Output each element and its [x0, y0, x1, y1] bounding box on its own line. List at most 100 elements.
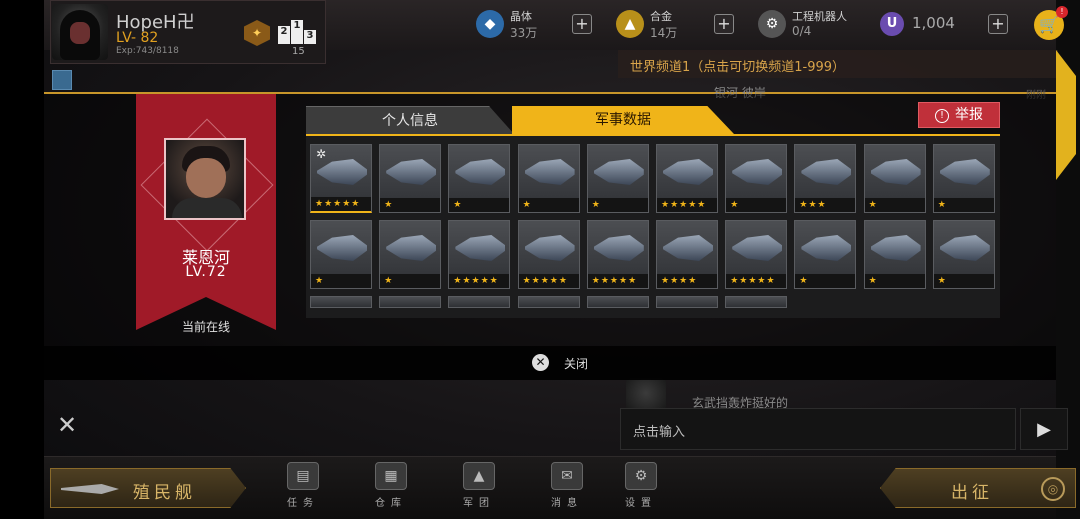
u-currency-value: 1,004 [912, 14, 955, 32]
star-rating: ★★★★★ [587, 274, 648, 288]
ship-card[interactable]: ★★★ [794, 144, 857, 213]
star-rating: ★★★★★ [657, 198, 717, 212]
ranking-podium-icon[interactable]: 2 1 3 [278, 18, 318, 44]
nav-legion[interactable]: ▲ 军团 [452, 462, 506, 512]
ship-card[interactable]: ★ [794, 220, 857, 289]
nav-warehouse[interactable]: ▦ 仓库 [364, 462, 418, 512]
star-rating: ★★★★★ [311, 197, 371, 211]
ship-card[interactable]: ★ [517, 144, 580, 213]
rank-number: 15 [292, 46, 305, 57]
star-rating: ★★★★★ [518, 274, 579, 288]
shop-cart-icon[interactable]: 🛒! [1034, 6, 1068, 40]
ship-icon [801, 159, 852, 185]
nav-settings[interactable]: ⚙ 设置 [614, 462, 668, 512]
star-rating: ★ [518, 198, 579, 212]
online-status: 当前在线 [181, 320, 230, 334]
ship-card[interactable]: ★ [379, 220, 442, 289]
ship-card[interactable] [656, 296, 718, 308]
close-button[interactable]: ✕ 关闭 [532, 354, 612, 372]
tools-icon[interactable]: ✕ [52, 410, 82, 440]
star-rating: ★ [864, 198, 925, 212]
ship-icon [386, 235, 437, 261]
ship-card[interactable]: ★ [932, 144, 995, 213]
ship-card[interactable]: ★ [310, 220, 372, 289]
star-rating: ★ [311, 274, 371, 288]
star-rating: ★ [587, 198, 648, 212]
ship-card[interactable]: ★ [863, 144, 926, 213]
colony-ship-button[interactable]: 殖民舰 [50, 468, 246, 508]
alloy-icon: ▲ [616, 10, 644, 38]
ship-icon [663, 159, 713, 185]
ship-card[interactable]: ★★★★★ [725, 220, 788, 289]
ship-card[interactable] [586, 296, 649, 308]
ship-card[interactable]: ★ [725, 144, 788, 213]
star-rating: ★ [380, 274, 441, 288]
character-portrait [164, 138, 246, 220]
ship-card[interactable]: ★ [379, 144, 442, 213]
ship-icon [455, 235, 506, 261]
star-rating: ★ [864, 274, 925, 288]
character-level: LV.72 [185, 264, 227, 280]
ship-card[interactable]: ★★★★★ [517, 220, 580, 289]
nav-tasks[interactable]: ▤ 任务 [276, 462, 330, 512]
ship-icon [870, 159, 921, 185]
mail-icon: ✉ [551, 462, 583, 490]
ship-card[interactable] [517, 296, 580, 308]
legion-icon: ▲ [463, 462, 495, 490]
ship-card[interactable] [379, 296, 442, 308]
ship-icon [732, 235, 783, 261]
add-u-currency-button[interactable]: + [988, 14, 1008, 34]
star-rating: ★★★★★ [449, 274, 510, 288]
player-avatar[interactable] [52, 4, 108, 60]
tasks-icon: ▤ [287, 462, 319, 490]
ship-card[interactable]: ★ [586, 144, 649, 213]
star-rating: ★★★★ [657, 274, 717, 288]
report-icon: ! [935, 109, 949, 123]
nav-messages[interactable]: ✉ 消息 [540, 462, 594, 512]
chat-input[interactable]: 点击输入 [620, 408, 1016, 450]
gear-icon: ⚙ [625, 462, 657, 490]
ship-card[interactable] [448, 296, 511, 308]
ship-card[interactable]: ★★★★ [656, 220, 718, 289]
player-exp: Exp:743/8118 [116, 46, 179, 56]
send-icon[interactable]: ▶ [1020, 408, 1068, 450]
ship-card[interactable]: ★★★★★ [656, 144, 718, 213]
ship-card[interactable]: ★★★★★ [586, 220, 649, 289]
star-rating: ★ [726, 198, 787, 212]
ship-card[interactable] [725, 296, 788, 308]
ship-card[interactable] [310, 296, 372, 308]
ship-card[interactable]: ★ [932, 220, 995, 289]
ship-icon [524, 159, 575, 185]
ship-card[interactable]: ★ [448, 144, 511, 213]
ship-icon [455, 159, 506, 185]
ship-icon [61, 484, 119, 494]
game-screen: HopeH卍 LV- 82 Exp:743/8118 ✦ 2 1 3 15 ◆ … [0, 0, 1080, 519]
add-alloy-button[interactable]: + [714, 14, 734, 34]
ship-icon [870, 235, 921, 261]
ship-card[interactable]: ★★★★★ [448, 220, 511, 289]
ship-icon [317, 235, 367, 261]
robot-icon: ⚙ [758, 10, 786, 38]
tab-military-data[interactable]: 军事数据 [512, 106, 734, 134]
ship-icon [593, 235, 644, 261]
u-currency-icon: U [880, 12, 904, 36]
warehouse-icon: ▦ [375, 462, 407, 490]
minimap-icon[interactable] [52, 70, 72, 90]
target-icon: ◎ [1041, 477, 1065, 501]
ship-icon [524, 235, 575, 261]
star-rating: ★ [795, 274, 856, 288]
ship-icon [593, 159, 644, 185]
ship-card[interactable]: ★ [863, 220, 926, 289]
star-rating: ★ [933, 274, 994, 288]
crystal-icon: ◆ [476, 10, 504, 38]
left-letterbox [0, 0, 44, 519]
ship-card[interactable]: ✲ ★★★★★ [310, 144, 372, 213]
equipped-gear-icon: ✲ [316, 147, 327, 161]
add-crystal-button[interactable]: + [572, 14, 592, 34]
report-button[interactable]: ! 举报 [918, 102, 1000, 128]
world-channel-header[interactable]: 世界频道1（点击可切换频道1-999） [618, 50, 1058, 78]
tab-personal-info[interactable]: 个人信息 [306, 106, 514, 134]
sortie-button[interactable]: 出征 ◎ [880, 468, 1076, 508]
close-icon: ✕ [532, 354, 549, 371]
ship-icon [317, 159, 367, 185]
